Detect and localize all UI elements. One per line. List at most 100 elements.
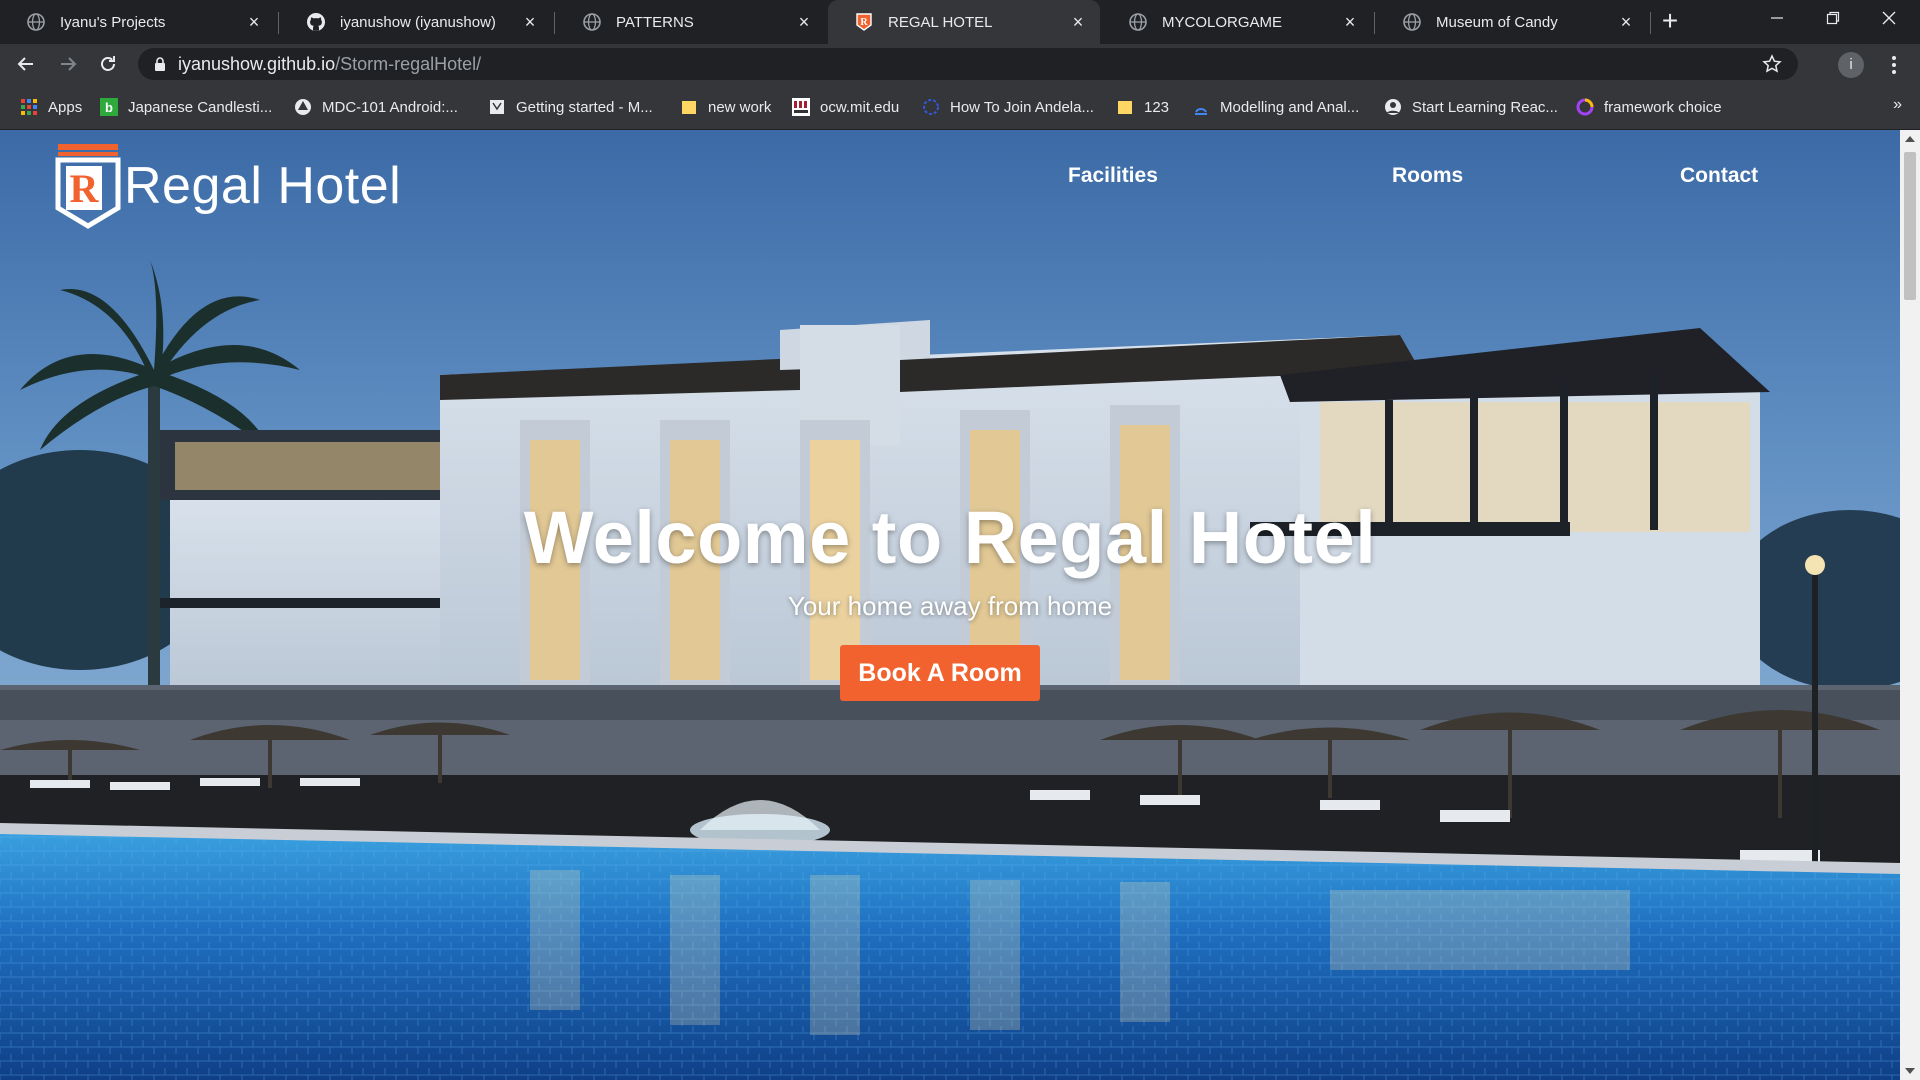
folder-icon — [1118, 101, 1132, 114]
restore-button[interactable] — [1806, 0, 1860, 36]
mit-icon — [792, 98, 810, 116]
url-path: /Storm-regalHotel/ — [335, 53, 482, 74]
profile-avatar[interactable]: i — [1838, 52, 1864, 78]
tab-title: iyanushow (iyanushow) — [340, 13, 496, 31]
bookmark-getting-started[interactable]: Getting started - M... — [488, 96, 653, 118]
hero-subline: Your home away from home — [787, 591, 1113, 621]
bookmark-label: ocw.mit.edu — [820, 98, 900, 116]
tab-mycolorgame[interactable]: MYCOLORGAME × — [1102, 0, 1372, 44]
tab-separator — [1374, 12, 1375, 34]
andela-icon — [923, 99, 939, 115]
more-vert-icon[interactable] — [1884, 52, 1904, 78]
scroll-up-arrow-icon[interactable] — [1905, 136, 1915, 142]
restore-icon — [1826, 11, 1840, 25]
page-scrollbar[interactable] — [1900, 130, 1920, 1080]
globe-icon — [1403, 13, 1421, 31]
page-icon — [490, 100, 504, 114]
tab-strip: Iyanu's Projects × iyanushow (iyanushow)… — [0, 0, 1920, 44]
site-logo[interactable]: R Regal Hotel — [54, 142, 401, 230]
bookmark-label: Modelling and Anal... — [1220, 98, 1360, 116]
apps-grid-icon — [21, 99, 37, 115]
tab-title: PATTERNS — [616, 13, 694, 31]
bookmark-label: new work — [708, 98, 772, 116]
close-window-button[interactable] — [1862, 0, 1916, 36]
regal-hotel-favicon-icon: R — [856, 13, 872, 31]
tab-museum-of-candy[interactable]: Museum of Candy × — [1376, 0, 1648, 44]
folder-icon — [682, 101, 696, 114]
bookmark-label: MDC-101 Android:... — [322, 98, 458, 116]
tab-iyanus-projects[interactable]: Iyanu's Projects × — [0, 0, 276, 44]
scroll-thumb[interactable] — [1904, 152, 1916, 300]
circle-icon — [1576, 98, 1594, 116]
bookmark-modelling[interactable]: Modelling and Anal... — [1192, 96, 1359, 118]
browser-toolbar: iyanushow.github.io/Storm-regalHotel/ i — [0, 44, 1920, 84]
url-host: iyanushow.github.io — [178, 53, 336, 74]
bookmark-label: framework choice — [1604, 98, 1722, 116]
bookmark-label: Getting started - M... — [516, 98, 653, 116]
globe-icon — [1129, 13, 1147, 31]
github-icon — [307, 13, 325, 31]
bookmark-andela[interactable]: How To Join Andela... — [922, 96, 1094, 118]
regal-shield-logo-icon: R — [55, 144, 121, 229]
tab-regal-hotel[interactable]: R REGAL HOTEL × — [828, 0, 1100, 44]
tab-title: Museum of Candy — [1436, 13, 1558, 31]
forward-button[interactable] — [54, 50, 82, 78]
page-viewport: R Regal Hotel Facilities Rooms Contact W… — [0, 130, 1900, 1080]
minimize-button[interactable] — [1750, 0, 1804, 36]
nav-contact[interactable]: Contact — [1680, 164, 1758, 188]
tab-title: Iyanu's Projects — [60, 13, 166, 31]
close-icon[interactable]: × — [1618, 13, 1634, 31]
bookmark-label: How To Join Andela... — [950, 98, 1094, 116]
nav-rooms[interactable]: Rooms — [1392, 164, 1463, 188]
bookmark-new-work[interactable]: new work — [680, 96, 771, 118]
scroll-down-arrow-icon[interactable] — [1905, 1068, 1915, 1074]
close-icon[interactable]: × — [246, 13, 262, 31]
tab-separator — [1650, 12, 1651, 34]
book-a-room-button[interactable]: Book A Room — [840, 645, 1040, 701]
lock-icon — [155, 57, 165, 71]
close-icon[interactable]: × — [796, 13, 812, 31]
globe-icon — [583, 13, 601, 31]
back-button[interactable] — [12, 50, 40, 78]
svg-text:R: R — [860, 17, 868, 28]
tab-title: MYCOLORGAME — [1162, 13, 1283, 31]
bookmark-label: Start Learning Reac... — [1412, 98, 1558, 116]
material-icon — [295, 99, 311, 115]
bookmark-icon — [1195, 108, 1207, 115]
globe-icon — [27, 13, 45, 31]
reload-icon — [101, 56, 115, 71]
bookmark-apps[interactable]: Apps — [20, 96, 82, 118]
arrow-right-icon — [61, 57, 77, 71]
logo-letter: R — [70, 166, 100, 211]
tab-github[interactable]: iyanushow (iyanushow) × — [280, 0, 552, 44]
bookmark-japanese-candlesticks[interactable]: b Japanese Candlesti... — [100, 96, 272, 118]
tab-title: REGAL HOTEL — [888, 13, 993, 31]
close-icon[interactable]: × — [1342, 13, 1358, 31]
logo-text: Regal Hotel — [124, 157, 402, 215]
close-icon[interactable]: × — [522, 13, 538, 31]
reload-button[interactable] — [94, 50, 122, 78]
bookmark-label: Apps — [48, 98, 83, 116]
bookmark-mdc-101[interactable]: MDC-101 Android:... — [294, 96, 458, 118]
address-bar[interactable]: iyanushow.github.io/Storm-regalHotel/ — [138, 48, 1798, 80]
bookmark-123[interactable]: 123 — [1116, 96, 1169, 118]
bookmark-framework-choice[interactable]: framework choice — [1576, 96, 1722, 118]
bookmark-label: Japanese Candlesti... — [128, 98, 273, 116]
star-icon[interactable] — [1762, 54, 1782, 74]
arrow-left-icon — [17, 57, 33, 71]
bookmark-start-learning-react[interactable]: Start Learning Reac... — [1384, 96, 1558, 118]
b-icon: b — [100, 98, 118, 116]
close-icon[interactable]: × — [1070, 13, 1086, 31]
hero-headline: Welcome to Regal Hotel — [523, 496, 1377, 579]
bookmarks-overflow-button[interactable]: » — [1893, 96, 1902, 114]
nav-facilities[interactable]: Facilities — [1068, 164, 1158, 188]
bookmark-label: 123 — [1144, 98, 1170, 116]
tab-patterns[interactable]: PATTERNS × — [556, 0, 826, 44]
tab-separator — [554, 12, 555, 34]
bookmark-ocw-mit[interactable]: ocw.mit.edu — [792, 96, 899, 118]
close-window-icon — [1882, 11, 1896, 25]
minimize-icon — [1771, 17, 1783, 19]
person-icon — [1385, 99, 1401, 115]
new-tab-button[interactable]: + — [1656, 7, 1684, 36]
tab-separator — [278, 12, 279, 34]
